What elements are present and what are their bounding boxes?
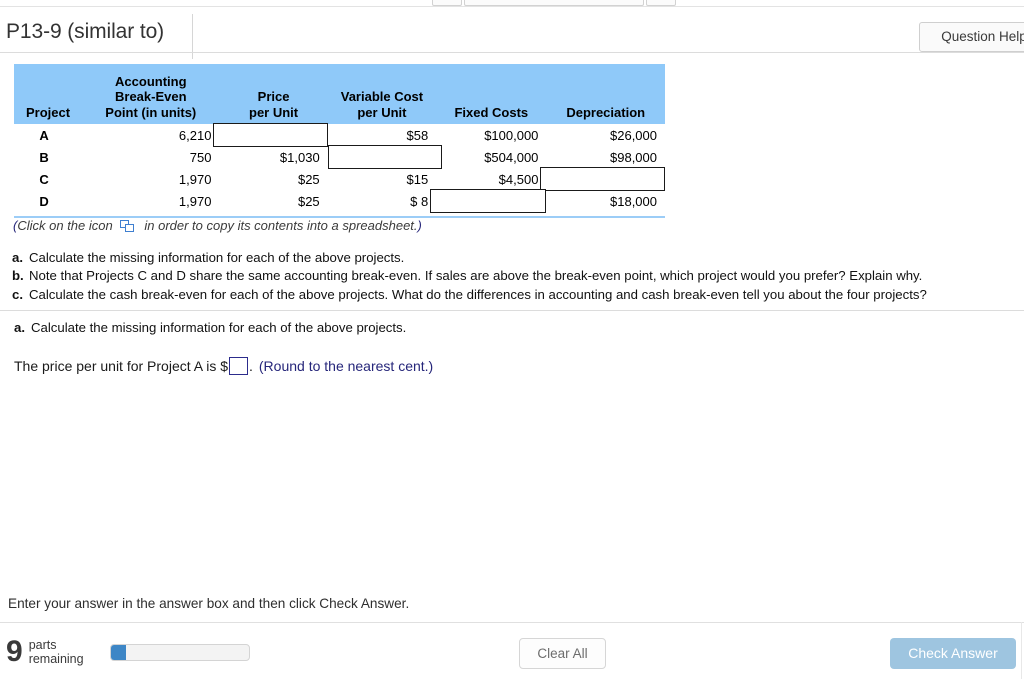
parts-remaining-count: 9 — [6, 635, 23, 668]
blank-answer-box — [213, 123, 328, 147]
parts-label-line1: parts — [28, 638, 57, 652]
cell-price-per-unit: $1,030 — [219, 146, 328, 168]
blank-answer-box — [327, 145, 443, 169]
cell-break-even-point: 1,970 — [82, 168, 220, 190]
blank-answer-box — [540, 167, 665, 191]
column-header-depreciation: Depreciation — [546, 64, 665, 124]
header-line: Break-Even — [115, 89, 187, 104]
cutoff-top-toolbar — [0, 0, 1024, 7]
header-line: Point (in units) — [105, 104, 197, 120]
current-part-prompt: a. Calculate the missing information for … — [14, 319, 914, 337]
parts-label-line2: remaining — [28, 652, 84, 666]
column-header-project: Project — [14, 64, 83, 124]
question-part-text: Calculate the missing information for ea… — [29, 250, 405, 265]
header-line: Fixed Costs — [454, 104, 529, 120]
table-row: C 1,970 $25 $15 $4,500 — [14, 167, 665, 191]
parts-remaining-label: parts remaining — [29, 638, 84, 666]
header-line: per Unit — [249, 104, 299, 120]
header-line: Variable Cost — [340, 89, 424, 104]
column-header-accounting-break-even-point: Accounting Break-Even Point (in units) — [82, 64, 220, 124]
copy-to-spreadsheet-icon[interactable] — [120, 220, 135, 232]
cell-project: B — [14, 146, 83, 168]
project-data-table: Project Accounting Break-Even Point (in … — [14, 64, 665, 213]
answer-prompt-before: The price per unit for Project A is $ — [14, 358, 228, 374]
copy-to-spreadsheet-hint: (Click on the icon in order to copy its … — [13, 218, 422, 233]
parts-remaining-indicator: 9 parts remaining — [6, 636, 84, 668]
question-help-button[interactable]: Question Help — [919, 22, 1024, 52]
clear-all-button[interactable]: Clear All — [519, 638, 606, 669]
check-answer-button[interactable]: Check Answer — [890, 638, 1016, 669]
question-header-bar: P13-9 (similar to) Question Help — [0, 7, 1024, 59]
cell-variable-cost-per-unit: $ 8 — [327, 190, 437, 212]
cell-fixed-costs-blank — [430, 189, 547, 213]
header-line: Project — [26, 104, 71, 120]
question-part-text: Calculate the cash break-even for each o… — [29, 286, 927, 302]
question-parts-list: a. Calculate the missing information for … — [12, 249, 1022, 304]
cell-break-even-point: 1,970 — [82, 190, 220, 212]
answer-prompt-after: . — [249, 358, 253, 374]
cell-price-per-unit-blank — [213, 123, 328, 147]
cell-depreciation: $18,000 — [546, 190, 665, 212]
cell-price-per-unit: $25 — [219, 190, 328, 212]
progress-bar-fill — [111, 645, 127, 660]
header-line: Accounting — [115, 73, 187, 89]
cell-depreciation-blank — [540, 167, 665, 191]
cell-project: C — [14, 168, 83, 190]
table-row: B 750 $1,030 $504,000 $98,000 — [14, 145, 665, 169]
page-title: P13-9 (similar to) — [6, 20, 165, 43]
header-line: per Unit — [357, 104, 407, 120]
current-part-label: a. — [14, 320, 25, 335]
cell-break-even-point: 750 — [82, 146, 220, 168]
project-data-table-container: Project Accounting Break-Even Point (in … — [14, 64, 665, 213]
cell-fixed-costs: $504,000 — [436, 146, 547, 168]
table-header: Project Accounting Break-Even Point (in … — [14, 64, 665, 124]
copy-icon-rect-front — [125, 224, 135, 232]
question-part-b: b. Note that Projects C and D share the s… — [12, 267, 1022, 285]
question-part-label: c. — [12, 286, 23, 302]
question-part-c: c. Calculate the cash break-even for each… — [12, 286, 1022, 304]
question-part-a: a. Calculate the missing information for … — [12, 249, 1022, 267]
cell-variable-cost-per-unit: $15 — [327, 168, 437, 190]
answer-input[interactable] — [229, 357, 248, 375]
answer-area: a. Calculate the missing information for … — [14, 319, 914, 376]
cell-break-even-point: 6,210 — [82, 124, 220, 146]
rounding-note: (Round to the nearest cent.) — [258, 358, 434, 374]
section-divider — [0, 310, 1024, 311]
header-line: Price — [257, 89, 290, 104]
cell-project: A — [14, 124, 83, 146]
footer-instruction: Enter your answer in the answer box and … — [8, 596, 410, 611]
answer-entry-line: The price per unit for Project A is $. (R… — [14, 356, 914, 376]
cell-variable-cost-per-unit-blank — [327, 145, 443, 169]
question-part-label: b. — [12, 268, 24, 284]
hint-close-paren: ) — [417, 218, 422, 233]
hint-text-after: in order to copy its contents into a spr… — [144, 218, 418, 233]
progress-bar — [110, 644, 250, 661]
blank-answer-box — [430, 189, 547, 213]
column-header-variable-cost-per-unit: Variable Cost per Unit — [327, 64, 437, 124]
table-body: A 6,210 $58 $100,000 $26,000 B 750 $1,03… — [14, 123, 665, 213]
cell-fixed-costs: $100,000 — [436, 124, 547, 146]
cell-depreciation: $26,000 — [546, 124, 665, 146]
footer-right-edge-rule — [1021, 622, 1022, 679]
footer-rule — [0, 622, 1024, 623]
cell-variable-cost-per-unit: $58 — [327, 124, 437, 146]
table-row: A 6,210 $58 $100,000 $26,000 — [14, 123, 665, 147]
cell-fixed-costs: $4,500 — [436, 168, 547, 190]
question-part-text: Note that Projects C and D share the sam… — [29, 268, 923, 284]
question-part-label: a. — [12, 250, 23, 265]
column-header-fixed-costs: Fixed Costs — [436, 64, 547, 124]
table-row: D 1,970 $25 $ 8 $18,000 — [14, 189, 665, 213]
cell-depreciation: $98,000 — [546, 146, 665, 168]
column-header-price-per-unit: Price per Unit — [219, 64, 328, 124]
header-line: Depreciation — [566, 104, 646, 120]
cell-price-per-unit: $25 — [219, 168, 328, 190]
hint-text-before: Click on the icon — [17, 218, 113, 233]
cell-project: D — [14, 190, 83, 212]
current-part-text: Calculate the missing information for ea… — [31, 320, 407, 335]
header-rule — [0, 52, 1024, 53]
